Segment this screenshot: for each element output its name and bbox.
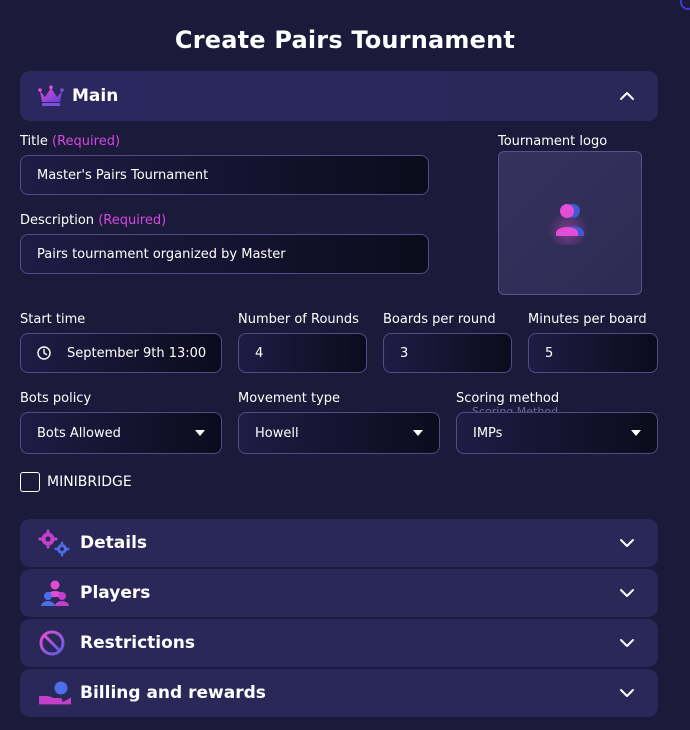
page-title: Create Pairs Tournament	[174, 26, 516, 54]
boards-value: 3	[400, 345, 409, 361]
gears-icon	[38, 529, 70, 557]
section-restrictions[interactable]: Restrictions	[20, 619, 658, 667]
scoring-method-value: IMPs	[473, 425, 503, 441]
movement-type-select[interactable]: Howell	[238, 412, 440, 454]
description-label: Description (Required)	[20, 213, 166, 228]
scoring-method-select[interactable]: IMPs	[456, 412, 658, 454]
start-time-label: Start time	[20, 312, 86, 327]
tournament-logo-upload[interactable]	[498, 151, 642, 295]
start-time-value: September 9th 13:00	[67, 345, 207, 361]
chevron-down-icon[interactable]	[618, 684, 636, 702]
main-section-header[interactable]: Main	[20, 71, 658, 121]
section-title: Details	[80, 533, 148, 553]
minutes-value: 5	[545, 345, 554, 361]
section-billing-and-rewards[interactable]: Billing and rewards	[20, 669, 658, 717]
section-title: Restrictions	[80, 633, 196, 653]
billing-icon	[39, 681, 71, 705]
description-label-text: Description	[20, 213, 95, 228]
bots-policy-select[interactable]: Bots Allowed	[20, 412, 222, 454]
section-players[interactable]: Players	[20, 569, 658, 617]
chevron-down-icon[interactable]	[618, 634, 636, 652]
start-time-picker[interactable]: September 9th 13:00	[20, 333, 222, 373]
boards-input[interactable]: 3	[383, 333, 512, 373]
movement-type-value: Howell	[255, 425, 299, 441]
chevron-down-icon[interactable]	[618, 534, 636, 552]
crown-icon	[38, 85, 64, 106]
section-details[interactable]: Details	[20, 519, 658, 567]
description-input[interactable]: Pairs tournament organized by Master	[20, 234, 429, 274]
title-input[interactable]: Master's Pairs Tournament	[20, 155, 429, 195]
users-icon	[548, 204, 588, 245]
minibridge-label: MINIBRIDGE	[47, 474, 132, 490]
description-required-tag: (Required)	[98, 213, 167, 228]
minutes-label: Minutes per board	[528, 312, 647, 327]
section-title: Billing and rewards	[80, 683, 266, 703]
prohibited-icon	[39, 630, 65, 656]
clock-icon	[37, 346, 51, 360]
rounds-input[interactable]: 4	[238, 333, 367, 373]
chevron-up-icon[interactable]	[618, 87, 636, 105]
movement-type-label: Movement type	[238, 391, 341, 406]
title-required-tag: (Required)	[52, 134, 121, 149]
bots-policy-value: Bots Allowed	[37, 425, 121, 441]
minibridge-checkbox[interactable]	[20, 472, 40, 492]
minutes-input[interactable]: 5	[528, 333, 658, 373]
title-label: Title (Required)	[20, 134, 120, 149]
scoring-method-label: Scoring method	[456, 391, 560, 406]
title-input-value: Master's Pairs Tournament	[37, 167, 209, 183]
dropdown-caret-icon	[195, 430, 205, 436]
boards-label: Boards per round	[383, 312, 496, 327]
bots-policy-label: Bots policy	[20, 391, 92, 406]
description-input-value: Pairs tournament organized by Master	[37, 246, 286, 262]
corner-badge	[680, 0, 690, 10]
dropdown-caret-icon	[631, 430, 641, 436]
tournament-logo-label: Tournament logo	[498, 134, 608, 149]
title-label-text: Title	[20, 134, 48, 149]
rounds-value: 4	[255, 345, 264, 361]
section-title: Players	[80, 583, 151, 603]
rounds-label: Number of Rounds	[238, 312, 359, 327]
players-icon	[41, 580, 69, 606]
dropdown-caret-icon	[413, 430, 423, 436]
main-section-title: Main	[72, 86, 119, 106]
chevron-down-icon[interactable]	[618, 584, 636, 602]
